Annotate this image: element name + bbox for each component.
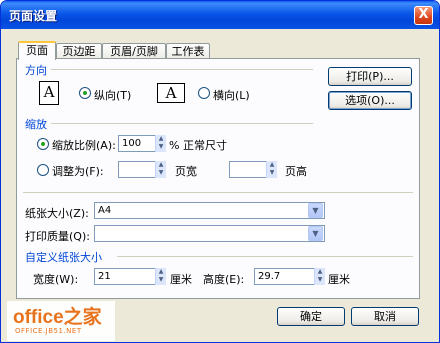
height-spinner-icon[interactable]: ▲ ▼ [314, 268, 325, 285]
portrait-icon-glyph: A [43, 83, 55, 101]
tab-sheet[interactable]: 工作表 [166, 43, 210, 59]
scaling-divider [51, 123, 313, 124]
options-button[interactable]: 选项(O)... [328, 91, 412, 110]
width-spinner-icon[interactable]: ▲ ▼ [155, 268, 166, 285]
height-label: 高度(E): [203, 273, 245, 286]
width-value: 21 [98, 271, 111, 282]
ok-button[interactable]: 确定 [277, 307, 345, 326]
print-quality-chevron-down-icon[interactable]: ▼ [308, 226, 323, 241]
fit-tall-suffix: 页高 [285, 165, 307, 178]
paper-size-chevron-down-icon[interactable]: ▼ [308, 203, 323, 218]
landscape-label[interactable]: 横向(L) [213, 87, 250, 103]
tab-margins[interactable]: 页边距 [56, 43, 102, 59]
fit-label[interactable]: 调整为(F): [52, 163, 104, 179]
print-button-label: 打印(P)... [346, 70, 394, 83]
logo-brand: office之家 [13, 307, 102, 328]
tab-margins-label: 页边距 [62, 45, 96, 58]
dialog-title: 页面设置 [9, 9, 58, 23]
orientation-section-label: 方向 [25, 64, 47, 77]
cancel-button[interactable]: 取消 [351, 307, 419, 326]
paper-size-value: A4 [98, 205, 112, 216]
print-button[interactable]: 打印(P)... [328, 67, 412, 86]
adjust-suffix: % 正常尺寸 [169, 139, 227, 152]
tab-page-label: 页面 [26, 44, 48, 57]
adjust-radio[interactable] [37, 138, 49, 150]
logo-url: OFFICE.JB51.NET [15, 327, 82, 335]
adjust-label[interactable]: 缩放比例(A): [52, 137, 116, 153]
paper-size-select[interactable]: A4 [94, 202, 325, 219]
landscape-icon-glyph: A [165, 84, 177, 102]
landscape-page-icon: A [157, 83, 185, 103]
portrait-page-icon: A [39, 81, 59, 105]
fit-tall-spinner-icon[interactable]: ▲ ▼ [266, 161, 277, 178]
portrait-label[interactable]: 纵向(T) [94, 87, 131, 103]
scaling-bottom-divider [23, 192, 413, 193]
custom-size-divider [117, 256, 413, 257]
custom-size-section-label: 自定义纸张大小 [25, 251, 102, 264]
options-button-label: 选项(O)... [345, 94, 395, 107]
close-icon: X [418, 7, 429, 22]
height-unit: 厘米 [328, 273, 350, 286]
cancel-button-label: 取消 [374, 310, 396, 323]
page-tab-panel: 方向 A 纵向(T) A 横向(L) 打印(P)... 选项(O)... 缩放 … [16, 58, 420, 299]
fit-radio[interactable] [37, 164, 49, 176]
tab-header-footer[interactable]: 页眉/页脚 [102, 43, 166, 59]
paper-size-label: 纸张大小(Z): [25, 207, 89, 220]
landscape-radio[interactable] [198, 87, 210, 99]
office-home-logo: office之家 OFFICE.JB51.NET [7, 301, 115, 341]
ok-button-label: 确定 [300, 310, 322, 323]
print-quality-label: 打印质量(Q): [25, 230, 90, 243]
adjust-spinner-icon[interactable]: ▲ ▼ [155, 135, 166, 152]
portrait-radio[interactable] [79, 87, 91, 99]
width-label: 宽度(W): [33, 273, 79, 286]
close-button[interactable]: X [414, 6, 433, 25]
fit-wide-spinner-icon[interactable]: ▲ ▼ [155, 161, 166, 178]
width-unit: 厘米 [170, 273, 192, 286]
title-bar[interactable]: 页面设置 X [1, 1, 439, 29]
page-setup-dialog: 页面设置 X 页面 页边距 页眉/页脚 工作表 方向 A 纵向(T) A 横向(… [0, 0, 440, 343]
scaling-section-label: 缩放 [25, 118, 47, 131]
tab-header-footer-label: 页眉/页脚 [110, 45, 158, 58]
tab-page[interactable]: 页面 [18, 41, 56, 60]
print-quality-select[interactable] [94, 225, 325, 242]
tab-sheet-label: 工作表 [171, 45, 205, 58]
orientation-divider [51, 69, 313, 70]
adjust-value: 100 [122, 138, 142, 149]
height-value: 29.7 [258, 271, 281, 282]
fit-wide-suffix: 页宽 [175, 165, 197, 178]
